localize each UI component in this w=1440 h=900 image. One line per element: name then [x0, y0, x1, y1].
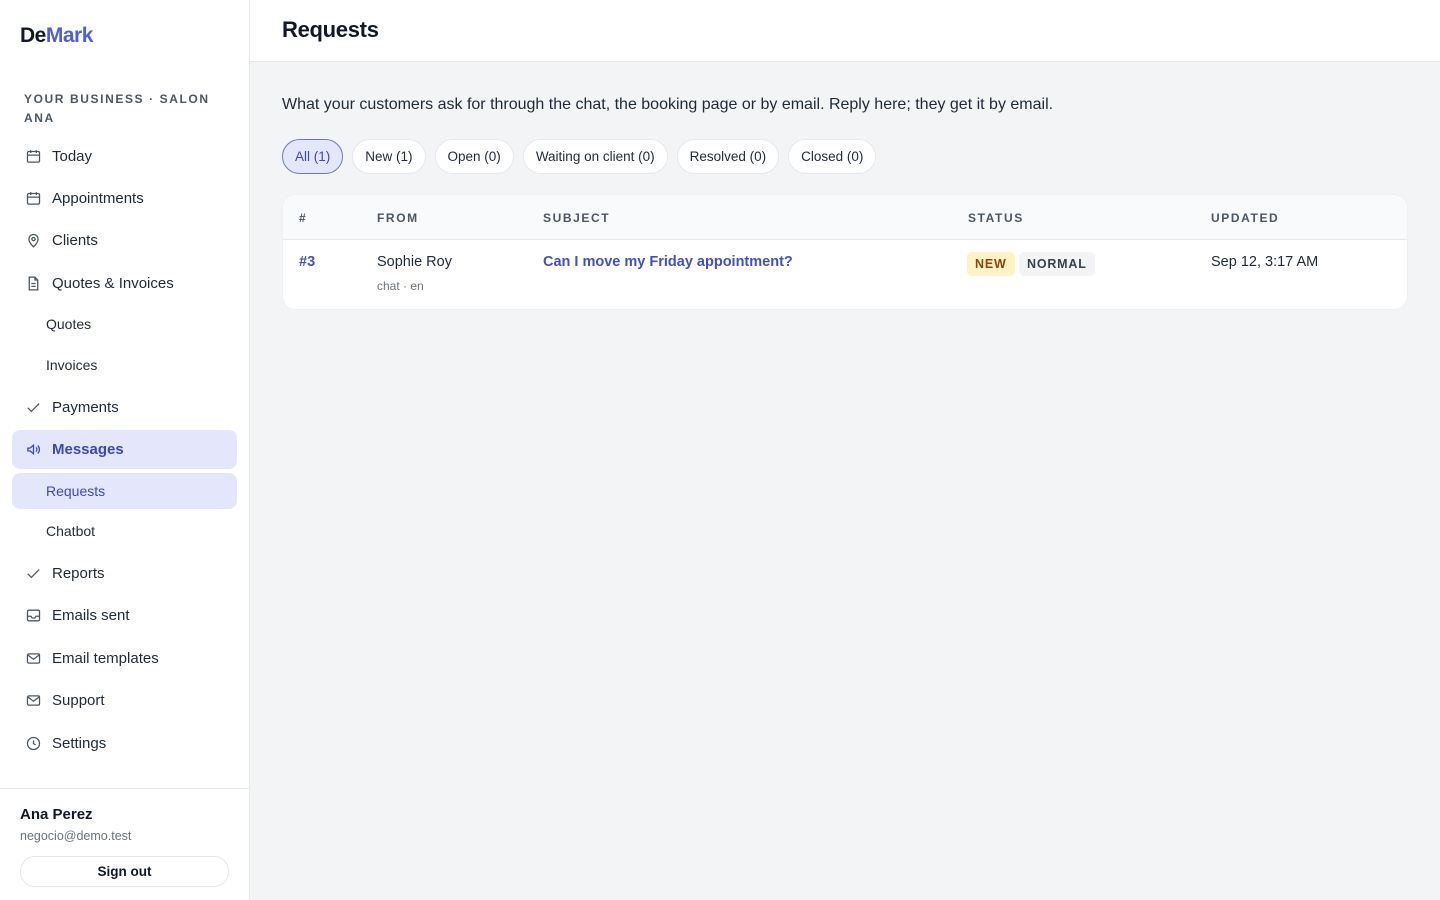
brand-logo[interactable]: DeMark	[20, 24, 93, 48]
sidebar-item-requests[interactable]: Requests	[12, 473, 237, 509]
sidebar-item-label: Messages	[52, 441, 124, 458]
sidebar-item-label: Settings	[52, 734, 107, 752]
inbox-icon	[24, 606, 42, 624]
sidebar-item-appointments[interactable]: Appointments	[12, 180, 237, 216]
request-number-link[interactable]: #3	[299, 254, 315, 270]
column-header-updated: UPDATED	[1211, 211, 1280, 225]
sidebar-item-emails-sent[interactable]: Emails sent	[12, 597, 237, 633]
request-subject-link[interactable]: Can I move my Friday appointment?	[543, 254, 793, 270]
envelope-icon	[24, 691, 42, 709]
sidebar-item-label: Support	[52, 691, 105, 709]
sidebar-item-label: Clients	[52, 231, 98, 249]
sidebar-item-email-templates[interactable]: Email templates	[12, 640, 237, 676]
sidebar-item-label: Emails sent	[52, 606, 130, 624]
column-header-subject: SUBJECT	[543, 211, 611, 225]
sidebar-item-clients[interactable]: Clients	[12, 222, 237, 258]
location-pin-icon	[24, 231, 42, 249]
column-header-from: FROM	[377, 211, 419, 225]
brand-logo-part1: De	[20, 24, 46, 47]
sidebar-item-label: Invoices	[46, 357, 98, 373]
sidebar-item-label: Quotes & Invoices	[52, 274, 174, 292]
filter-closed[interactable]: Closed (0)	[788, 139, 877, 174]
page-title: Requests	[282, 17, 379, 42]
envelope-icon	[24, 649, 42, 667]
sidebar-item-label: Appointments	[52, 189, 144, 207]
request-updated: Sep 12, 3:17 AM	[1211, 254, 1319, 270]
top-bar: Requests	[250, 0, 1440, 62]
megaphone-icon	[24, 441, 42, 459]
filter-new[interactable]: New (1)	[352, 139, 426, 174]
sidebar-item-reports[interactable]: Reports	[12, 555, 237, 591]
brand-logo-part2: Mark	[45, 24, 94, 47]
business-label: YOUR BUSINESS · SALON ANA	[24, 92, 210, 125]
column-header-status: STATUS	[968, 211, 1024, 225]
filter-resolved[interactable]: Resolved (0)	[676, 139, 780, 174]
filter-waiting-on-client[interactable]: Waiting on client (0)	[522, 139, 668, 174]
page-intro: What your customers ask for through the …	[282, 96, 1054, 113]
sidebar-item-settings[interactable]: Settings	[12, 725, 237, 761]
sidebar-item-label: Payments	[52, 398, 119, 416]
sidebar-user-panel: Ana Perez negocio@demo.test Sign out	[0, 788, 249, 900]
column-header-number: #	[299, 211, 308, 225]
user-name: Ana Perez	[20, 806, 93, 823]
filter-open[interactable]: Open (0)	[434, 139, 514, 174]
request-channel: chat · en	[377, 279, 424, 293]
user-email: negocio@demo.test	[20, 829, 132, 843]
sidebar-item-quotes-invoices[interactable]: Quotes & Invoices	[12, 265, 237, 301]
calendar-icon	[24, 147, 42, 165]
sidebar-item-label: Requests	[46, 483, 106, 499]
sidebar-item-invoices[interactable]: Invoices	[12, 347, 237, 383]
priority-badge: NORMAL	[1019, 252, 1095, 276]
sidebar: DeMark YOUR BUSINESS · SALON ANA Today A…	[0, 0, 250, 900]
checkmark-icon	[24, 398, 42, 416]
sidebar-item-label: Email templates	[52, 649, 159, 667]
sidebar-item-label: Today	[52, 147, 93, 165]
sidebar-item-today[interactable]: Today	[12, 138, 237, 174]
status-filter-tabs: All (1) New (1) Open (0) Waiting on clie…	[282, 139, 877, 174]
sidebar-item-label: Reports	[52, 564, 105, 582]
sidebar-item-label: Quotes	[46, 316, 92, 332]
table-header: # FROM SUBJECT STATUS UPDATED	[283, 195, 1407, 240]
clock-icon	[24, 734, 42, 752]
sidebar-item-chatbot[interactable]: Chatbot	[12, 513, 237, 549]
request-from: Sophie Roy	[377, 254, 452, 270]
sidebar-item-payments[interactable]: Payments	[12, 389, 237, 425]
sidebar-item-quotes[interactable]: Quotes	[12, 306, 237, 342]
requests-table: # FROM SUBJECT STATUS UPDATED #3 Sophie …	[282, 194, 1408, 310]
sidebar-item-label: Chatbot	[46, 523, 96, 539]
sign-out-button[interactable]: Sign out	[20, 856, 229, 887]
sidebar-item-messages[interactable]: Messages	[12, 430, 237, 469]
filter-all[interactable]: All (1)	[282, 139, 344, 174]
document-icon	[24, 274, 42, 292]
calendar-icon	[24, 189, 42, 207]
status-badge: NEW	[967, 252, 1015, 276]
sidebar-item-support[interactable]: Support	[12, 682, 237, 718]
checkmark-icon	[24, 564, 42, 582]
